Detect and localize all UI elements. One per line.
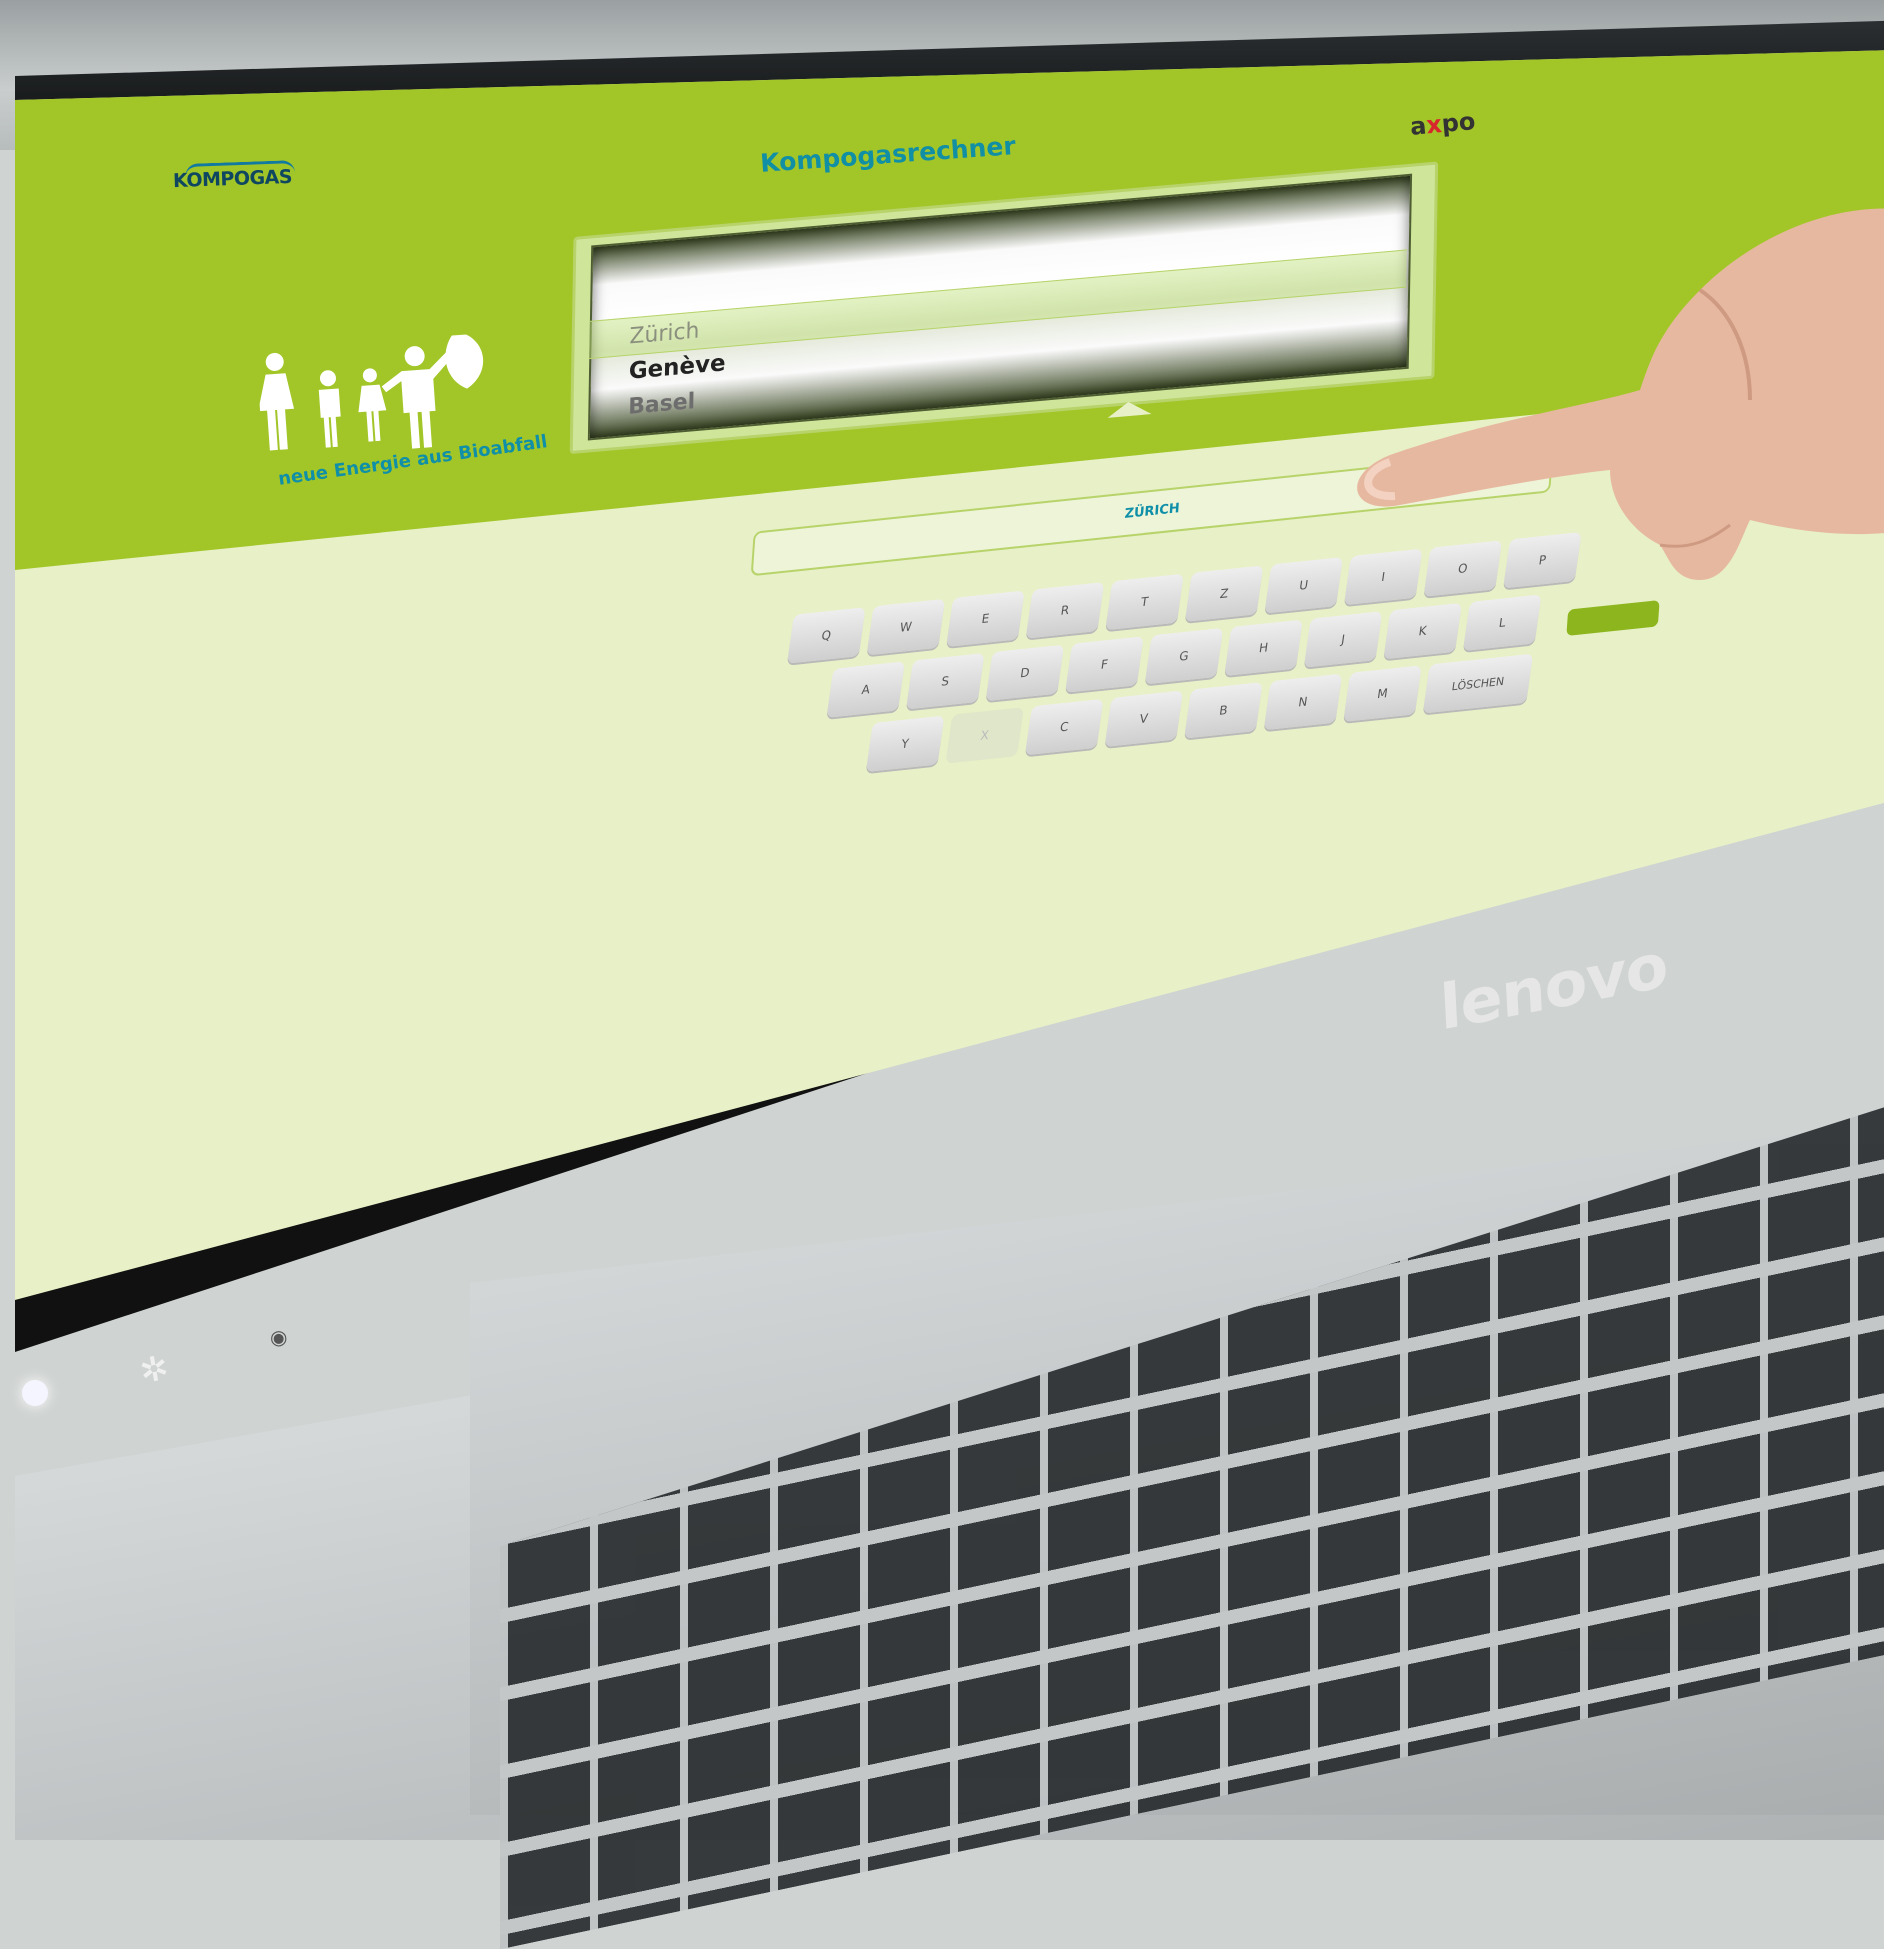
key-j[interactable]: J xyxy=(1303,611,1383,668)
key-f[interactable]: F xyxy=(1065,636,1144,693)
key-delete[interactable]: LÖSCHEN xyxy=(1422,653,1534,714)
axpo-logo: axpo xyxy=(1409,107,1477,141)
key-z[interactable]: Z xyxy=(1184,565,1264,622)
key-n[interactable]: N xyxy=(1263,673,1343,731)
key-h[interactable]: H xyxy=(1224,619,1303,677)
key-w[interactable]: W xyxy=(866,598,946,656)
kompogas-logo: KOMPOGAS xyxy=(172,165,293,193)
on-screen-keyboard: Q W E R T Z U I O P A S D F G H J K L Y … xyxy=(761,521,1689,850)
key-g[interactable]: G xyxy=(1144,627,1224,685)
key-s[interactable]: S xyxy=(906,652,985,710)
status-light xyxy=(22,1380,48,1406)
sensor-icon: ◉ xyxy=(270,1325,288,1349)
key-b[interactable]: B xyxy=(1184,682,1263,739)
key-e[interactable]: E xyxy=(946,590,1025,647)
key-l[interactable]: L xyxy=(1462,594,1542,651)
touch-screen: KOMPOGAS Kompogasrechner axpo neue Energ… xyxy=(15,50,1884,1300)
lenovo-logo: lenovo xyxy=(1438,928,1669,1045)
key-u[interactable]: U xyxy=(1264,556,1343,614)
axpo-logo-po: po xyxy=(1440,107,1477,139)
key-y[interactable]: Y xyxy=(865,715,945,773)
key-r[interactable]: R xyxy=(1025,582,1105,639)
key-d[interactable]: D xyxy=(985,644,1065,702)
key-o[interactable]: O xyxy=(1423,540,1503,597)
key-a[interactable]: A xyxy=(826,661,905,718)
key-c[interactable]: C xyxy=(1025,698,1104,756)
key-p[interactable]: P xyxy=(1503,531,1582,589)
key-i[interactable]: I xyxy=(1344,548,1423,606)
key-m[interactable]: M xyxy=(1343,665,1422,722)
camera-icon: ✲ xyxy=(136,1347,172,1393)
key-q[interactable]: Q xyxy=(787,607,866,664)
key-v[interactable]: V xyxy=(1104,690,1184,747)
key-k[interactable]: K xyxy=(1383,602,1462,660)
key-t[interactable]: T xyxy=(1105,573,1184,631)
key-x[interactable]: X xyxy=(945,707,1024,764)
